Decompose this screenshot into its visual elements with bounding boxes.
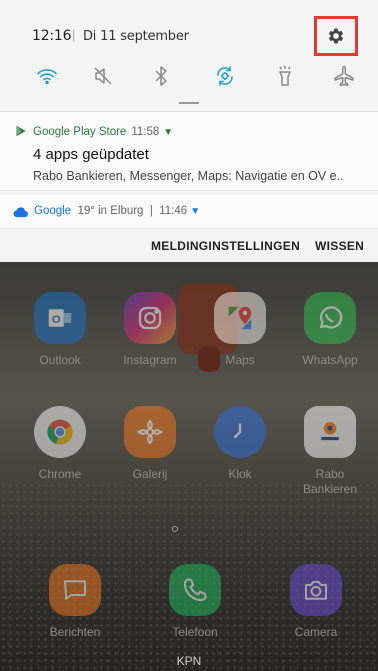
messages-icon bbox=[49, 564, 101, 616]
app-klok[interactable]: Klok bbox=[203, 406, 277, 482]
svg-text:O: O bbox=[52, 314, 61, 326]
date[interactable]: Di 11 september bbox=[83, 29, 189, 44]
notification-body: Rabo Bankieren, Messenger, Maps: Navigat… bbox=[33, 169, 344, 183]
shade-actions: MELDINGINSTELLINGEN WISSEN bbox=[0, 231, 378, 261]
app-rabo-bankieren[interactable]: Rabo Bankieren bbox=[293, 406, 367, 497]
flashlight-toggle[interactable] bbox=[269, 60, 301, 92]
auto-rotate-toggle[interactable] bbox=[209, 60, 241, 92]
phone-icon bbox=[169, 564, 221, 616]
play-store-icon bbox=[16, 125, 26, 137]
app-chrome[interactable]: Chrome bbox=[23, 406, 97, 482]
app-whatsapp[interactable]: WhatsApp bbox=[293, 292, 367, 368]
whatsapp-icon bbox=[304, 292, 356, 344]
settings-button[interactable] bbox=[314, 16, 358, 56]
instagram-icon bbox=[124, 292, 176, 344]
chrome-icon bbox=[34, 406, 86, 458]
chevron-down-icon[interactable]: ▼ bbox=[163, 127, 173, 138]
airplane-toggle[interactable] bbox=[328, 60, 360, 92]
app-label: WhatsApp bbox=[302, 353, 358, 367]
app-label: Camera bbox=[294, 625, 338, 639]
bluetooth-icon bbox=[155, 66, 167, 86]
date-separator: | bbox=[72, 27, 76, 42]
wifi-icon bbox=[37, 69, 57, 85]
gallery-flower-icon bbox=[124, 406, 176, 458]
cloud-icon bbox=[13, 207, 28, 218]
app-label: Instagram bbox=[123, 353, 177, 367]
notification-google-weather[interactable]: Google 19° in Elburg | 11:46 ▼ bbox=[0, 195, 378, 229]
outlook-icon: O bbox=[34, 292, 86, 344]
camera-icon bbox=[290, 564, 342, 616]
notification-play-store[interactable]: Google Play Store 11:58 ▼ 4 apps geüpdatet… bbox=[0, 111, 378, 191]
app-label: Berichten bbox=[49, 625, 101, 639]
app-telefoon[interactable]: Telefoon bbox=[158, 564, 232, 640]
app-outlook[interactable]: O Outlook bbox=[23, 292, 97, 368]
notification-time: 11:58 bbox=[131, 126, 160, 138]
app-berichten[interactable]: Berichten bbox=[38, 564, 112, 640]
app-label: Telefoon bbox=[172, 625, 218, 639]
app-label: Rabo Bankieren bbox=[302, 467, 358, 496]
app-instagram[interactable]: Instagram bbox=[113, 292, 187, 368]
meta-separator: | bbox=[149, 205, 153, 217]
carrier-label: KPN bbox=[176, 654, 202, 668]
app-maps[interactable]: Maps bbox=[203, 292, 277, 368]
app-galerij[interactable]: Galerij bbox=[113, 406, 187, 482]
notification-title: 4 apps geüpdatet bbox=[33, 146, 149, 163]
sound-mute-icon bbox=[94, 67, 112, 85]
bluetooth-toggle[interactable] bbox=[145, 60, 177, 92]
clock-icon bbox=[214, 406, 266, 458]
notification-meta: Google 19° in Elburg | 11:46 ▼ bbox=[34, 205, 200, 217]
notification-meta: Google Play Store 11:58 ▼ bbox=[33, 126, 173, 138]
app-label: Klok bbox=[228, 467, 252, 481]
chevron-down-icon[interactable]: ▼ bbox=[190, 206, 200, 217]
clear-all-button[interactable]: WISSEN bbox=[315, 239, 364, 253]
home-screen: O Outlook Instagram Maps WhatsApp Chrome… bbox=[0, 262, 378, 671]
gear-icon bbox=[328, 28, 344, 44]
airplane-icon bbox=[334, 65, 354, 87]
clock: 12:16 bbox=[32, 28, 72, 44]
home-page-indicator bbox=[172, 526, 178, 532]
notification-time: 11:46 bbox=[159, 205, 188, 217]
rabobank-icon bbox=[304, 406, 356, 458]
maps-icon bbox=[214, 292, 266, 344]
wifi-toggle[interactable] bbox=[31, 60, 63, 92]
app-label: Chrome bbox=[38, 467, 82, 481]
app-label: Maps bbox=[225, 353, 255, 367]
weather-detail: 19° in Elburg bbox=[77, 205, 144, 217]
app-label: Galerij bbox=[132, 467, 168, 481]
shade-handle[interactable] bbox=[179, 102, 199, 104]
notification-shade: 12:16 | Di 11 september Google Play Stor… bbox=[0, 0, 378, 262]
app-label: Outlook bbox=[39, 353, 81, 367]
sound-toggle[interactable] bbox=[87, 60, 119, 92]
notification-settings-button[interactable]: MELDINGINSTELLINGEN bbox=[151, 239, 300, 253]
quick-settings-row bbox=[0, 60, 378, 92]
status-header: 12:16 | Di 11 september bbox=[0, 0, 378, 56]
flashlight-icon bbox=[279, 66, 291, 86]
app-camera[interactable]: Camera bbox=[279, 564, 353, 640]
notification-app-name: Google bbox=[34, 205, 72, 217]
notification-app-name: Google Play Store bbox=[33, 126, 127, 138]
auto-rotate-icon bbox=[217, 66, 233, 86]
